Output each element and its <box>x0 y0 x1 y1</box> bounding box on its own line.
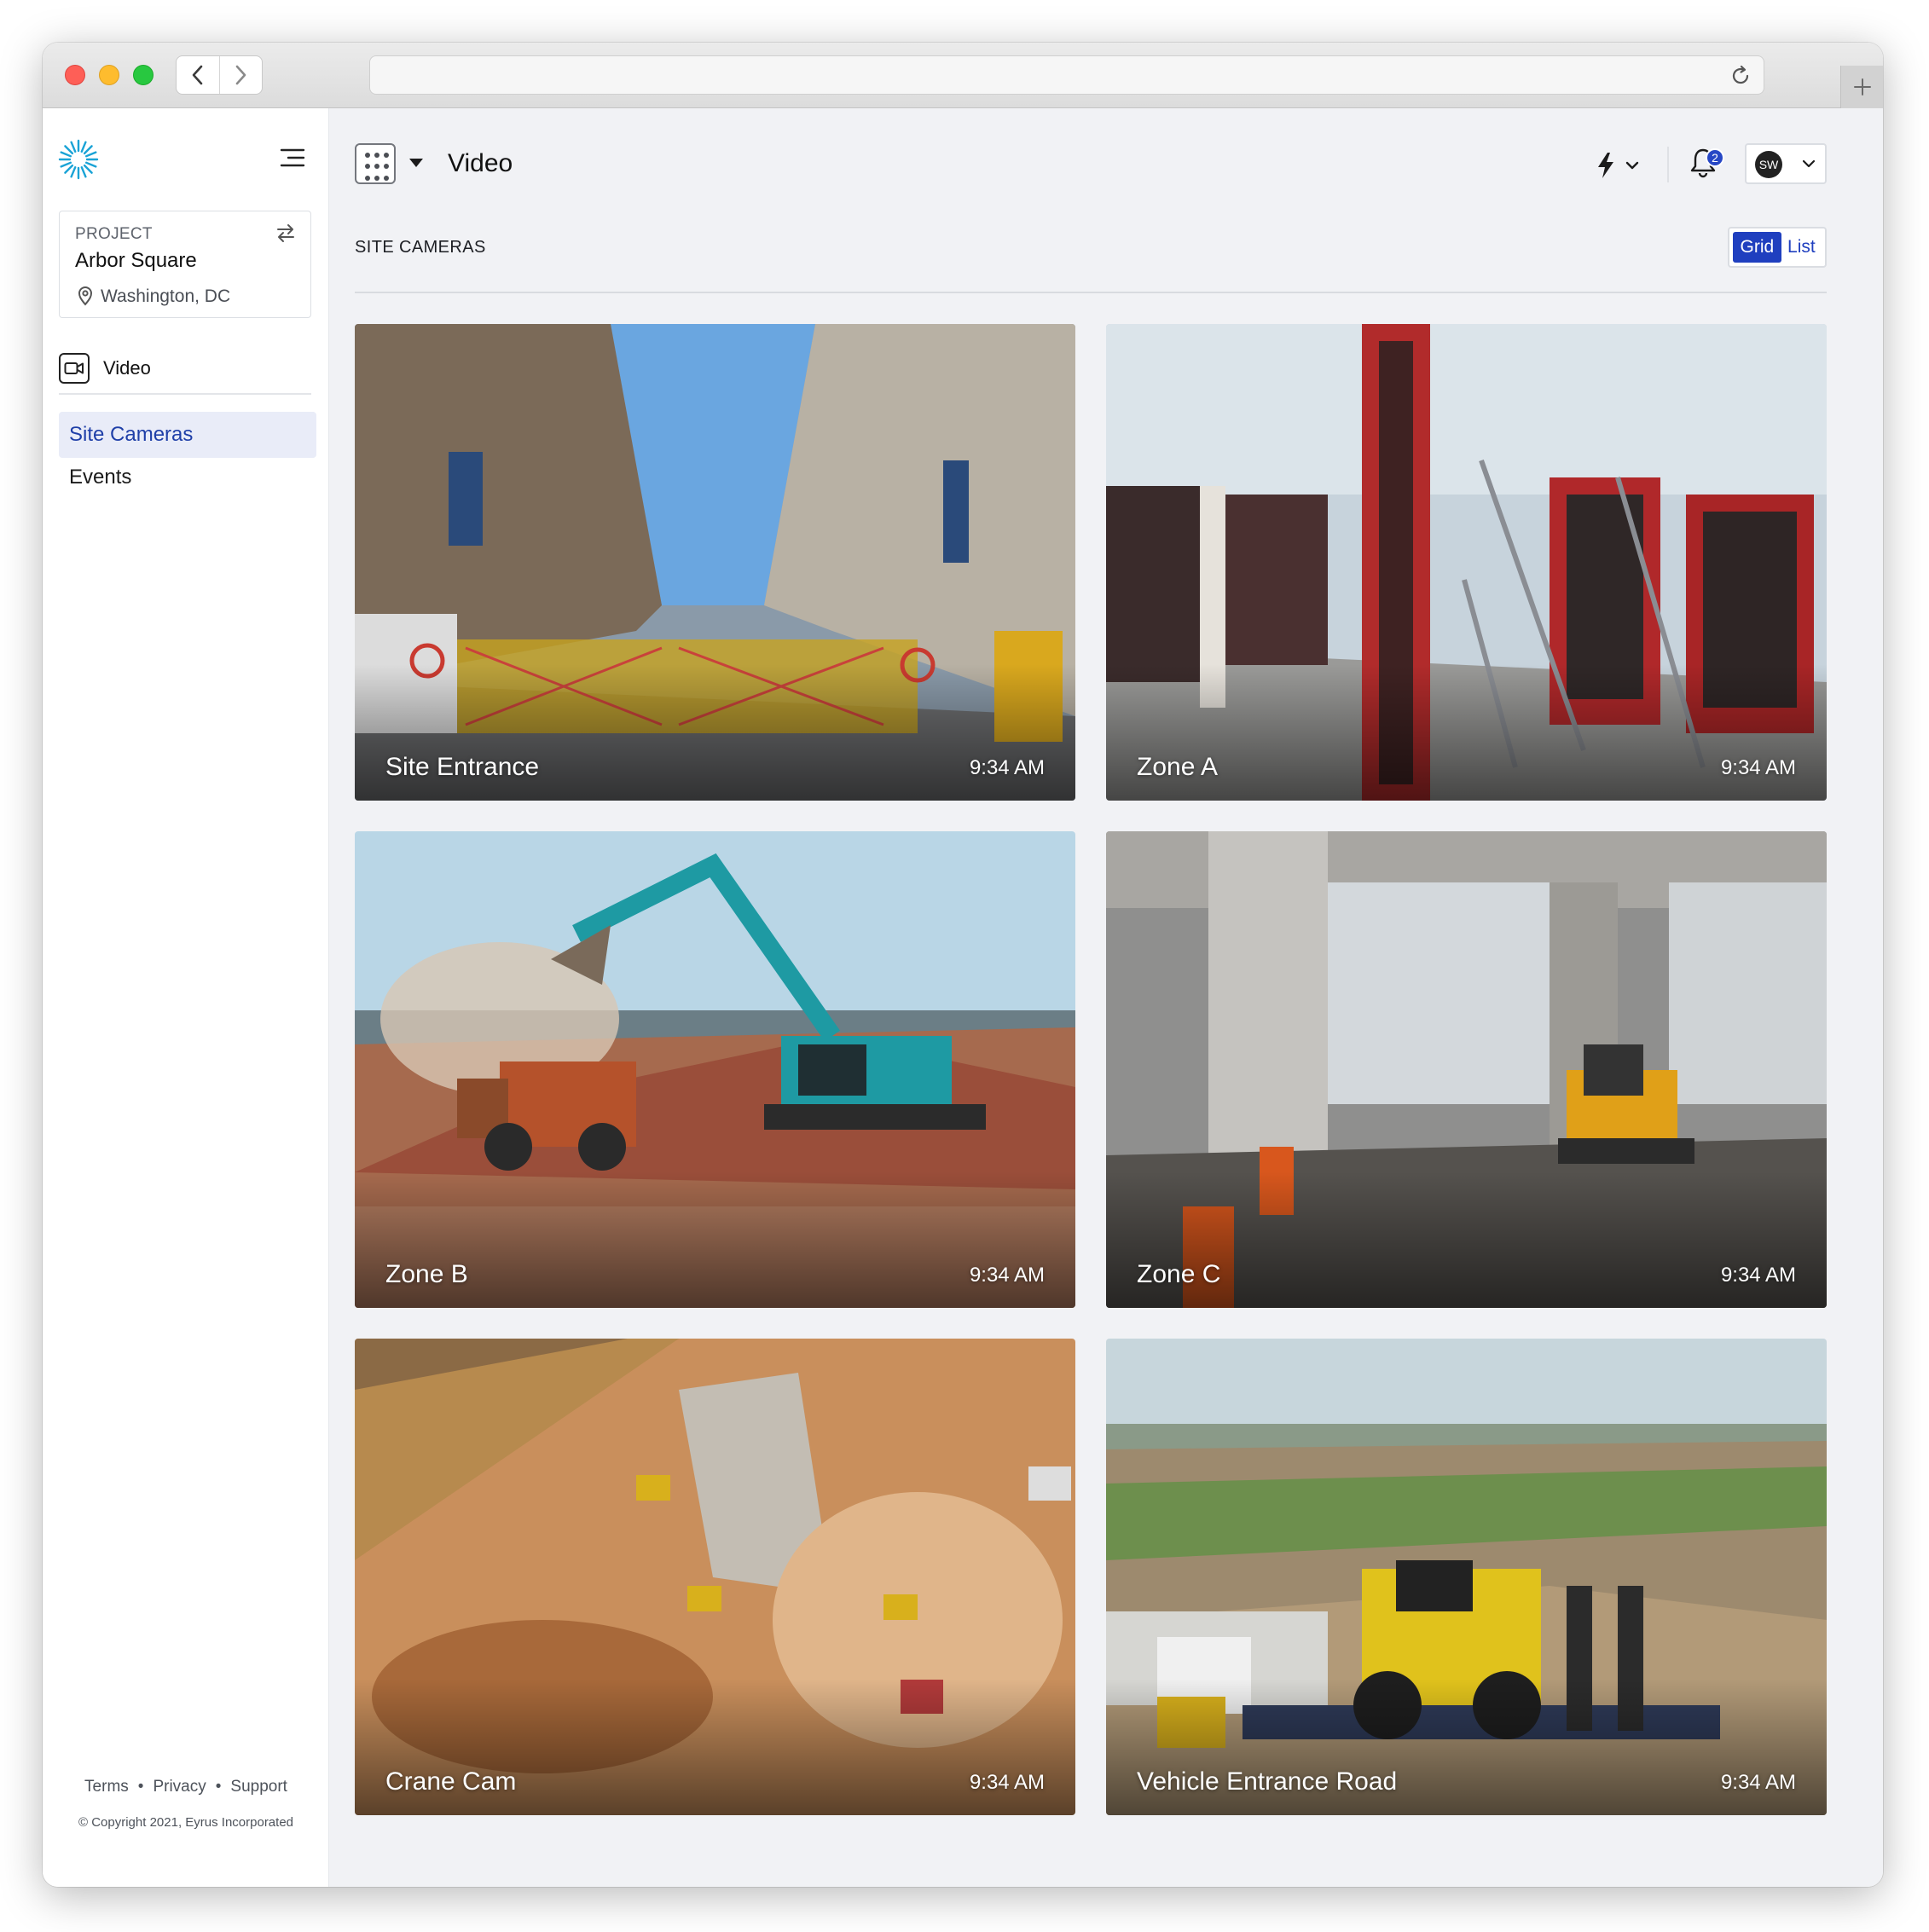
camera-tile-zone-a[interactable]: Zone A 9:34 AM <box>1106 324 1827 801</box>
back-icon <box>192 65 203 85</box>
eyrus-logo-icon[interactable] <box>57 138 100 181</box>
project-card[interactable]: PROJECT Arbor Square Washington, DC <box>59 211 311 318</box>
camera-tile-zone-c[interactable]: Zone C 9:34 AM <box>1106 831 1827 1308</box>
camera-name: Crane Cam <box>385 1767 517 1796</box>
notification-count-badge: 2 <box>1706 148 1724 167</box>
camera-timestamp: 9:34 AM <box>969 756 1045 779</box>
plus-icon <box>1853 78 1871 95</box>
reload-icon[interactable] <box>1729 65 1752 87</box>
camera-timestamp: 9:34 AM <box>1720 1771 1796 1794</box>
nav-section-video[interactable]: Video <box>59 347 311 390</box>
camera-timestamp: 9:34 AM <box>1720 1264 1796 1287</box>
grid-view-button[interactable]: Grid <box>1733 232 1781 263</box>
main-content: Video 2 SW SITE CAMERAS Grid List Site E… <box>329 108 1883 1887</box>
camera-name: Site Entrance <box>385 753 540 781</box>
privacy-link[interactable]: Privacy <box>153 1778 206 1796</box>
copyright-text: © Copyright 2021, Eyrus Incorporated <box>78 1815 294 1830</box>
section-title: SITE CAMERAS <box>355 238 486 257</box>
back-button[interactable] <box>177 56 219 94</box>
browser-toolbar <box>43 43 1883 108</box>
section-divider <box>355 292 1827 293</box>
app-grid-icon[interactable] <box>355 143 396 184</box>
lightning-menu-icon[interactable] <box>1593 151 1644 180</box>
sidebar-item-events[interactable]: Events <box>59 454 316 500</box>
avatar: SW <box>1755 151 1782 178</box>
page-title: Video <box>448 149 513 177</box>
caret-down-icon[interactable] <box>409 159 423 167</box>
new-tab-button[interactable] <box>1840 66 1883 108</box>
history-nav <box>176 55 263 95</box>
sidebar-divider <box>59 393 311 395</box>
nav-section-label: Video <box>103 357 151 379</box>
hamburger-menu-icon[interactable] <box>280 148 305 168</box>
camera-grid: Site Entrance 9:34 AM Zone A 9:34 AM Zon… <box>355 324 1827 1815</box>
camera-name: Zone B <box>385 1260 468 1288</box>
forward-icon <box>235 65 246 85</box>
location-pin-icon <box>78 286 93 306</box>
camera-name: Zone A <box>1137 753 1219 781</box>
forward-button[interactable] <box>218 56 263 94</box>
close-window-button[interactable] <box>65 65 85 85</box>
header-divider <box>1667 147 1669 182</box>
sidebar: PROJECT Arbor Square Washington, DC Vide… <box>43 108 329 1887</box>
camera-timestamp: 9:34 AM <box>969 1264 1045 1287</box>
camera-tile-crane-cam[interactable]: Crane Cam 9:34 AM <box>355 1339 1075 1815</box>
project-location: Washington, DC <box>101 286 231 306</box>
support-link[interactable]: Support <box>230 1778 287 1796</box>
camera-tile-vehicle-entrance-road[interactable]: Vehicle Entrance Road 9:34 AM <box>1106 1339 1827 1815</box>
user-menu[interactable]: SW <box>1745 143 1827 184</box>
view-toggle: Grid List <box>1728 227 1827 268</box>
browser-window: PROJECT Arbor Square Washington, DC Vide… <box>43 43 1883 1887</box>
zoom-window-button[interactable] <box>133 65 154 85</box>
terms-link[interactable]: Terms <box>84 1778 129 1796</box>
camera-name: Vehicle Entrance Road <box>1137 1767 1398 1796</box>
camera-name: Zone C <box>1137 1260 1221 1288</box>
list-view-button[interactable]: List <box>1781 232 1822 263</box>
video-camera-icon <box>59 353 90 384</box>
project-name: Arbor Square <box>75 249 197 272</box>
minimize-window-button[interactable] <box>99 65 119 85</box>
sidebar-item-site-cameras[interactable]: Site Cameras <box>59 412 316 458</box>
address-bar[interactable] <box>369 55 1764 95</box>
project-label: PROJECT <box>75 225 153 243</box>
switch-project-icon[interactable] <box>275 222 297 244</box>
footer-links: Terms • Privacy • Support <box>84 1778 287 1796</box>
camera-timestamp: 9:34 AM <box>1720 756 1796 779</box>
camera-tile-zone-b[interactable]: Zone B 9:34 AM <box>355 831 1075 1308</box>
camera-timestamp: 9:34 AM <box>969 1771 1045 1794</box>
chevron-down-icon <box>1802 159 1816 168</box>
camera-tile-site-entrance[interactable]: Site Entrance 9:34 AM <box>355 324 1075 801</box>
